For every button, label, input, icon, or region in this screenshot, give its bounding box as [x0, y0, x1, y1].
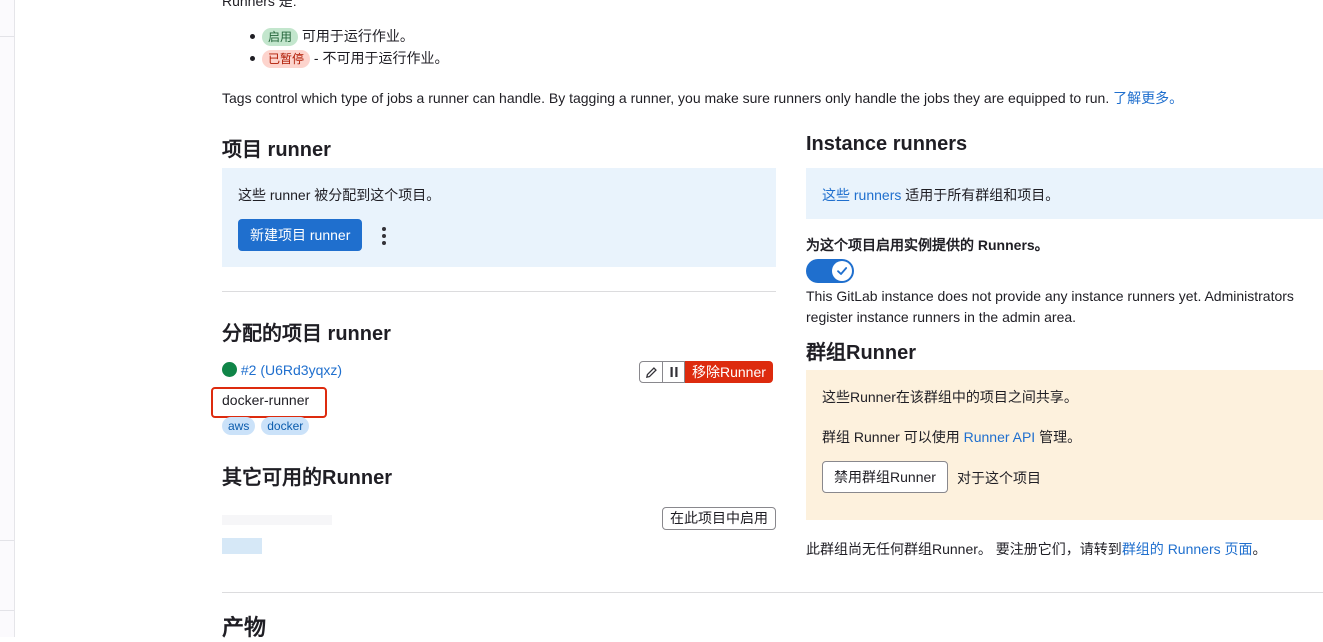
runner-link-row[interactable]: #2 (U6Rd3yqxz) [222, 362, 342, 378]
status-item-active: 启用 可用于运行作业。 [242, 25, 742, 47]
instance-note-line-2: register instance runners in the admin a… [806, 309, 1077, 325]
remove-runner-button[interactable]: 移除Runner [685, 361, 773, 383]
instance-runners-note: This GitLab instance does not provide an… [806, 286, 1294, 328]
active-badge: 启用 [262, 28, 299, 46]
instance-runners-description: 这些 runners 适用于所有群组和项目。 [822, 185, 1059, 205]
learn-more-link[interactable]: 了解更多。 [1113, 90, 1183, 106]
instance-runners-toggle[interactable] [806, 259, 854, 283]
runner-api-link[interactable]: Runner API [964, 429, 1036, 445]
api-note-prefix: 群组 Runner 可以使用 [822, 429, 960, 445]
group-runners-title: 群组Runner [806, 342, 916, 364]
api-note-suffix: 管理。 [1039, 429, 1082, 445]
vertical-ellipsis-icon[interactable] [376, 225, 392, 247]
project-runners-panel: 这些 runner 被分配到这个项目。 新建项目 runner [222, 168, 776, 267]
runner-name: docker-runner [222, 392, 310, 408]
group-runners-page-link[interactable]: 群组的 Runners 页面 [1122, 541, 1253, 557]
runner-actions: 移除Runner [639, 361, 773, 383]
project-runners-title: 项目 runner [222, 139, 331, 161]
section-divider [222, 291, 776, 292]
group-runners-panel: 这些Runner在该群组中的项目之间共享。 群组 Runner 可以使用 Run… [806, 370, 1323, 520]
intro-heading: Runners 是: [222, 0, 297, 9]
instance-runners-title: Instance runners [806, 133, 968, 155]
artifacts-divider [222, 592, 1323, 593]
artifacts-title: 产物 [222, 615, 267, 640]
paused-badge: 已暂停 [262, 50, 311, 68]
group-runners-empty-note: 此群组尚无任何群组Runner。 要注册它们，请转到群组的 Runners 页面… [806, 539, 1267, 559]
instance-note-line-1: This GitLab instance does not provide an… [806, 288, 1294, 304]
other-runner-item-redacted [222, 509, 342, 557]
group-runners-description: 这些Runner在该群组中的项目之间共享。 [822, 389, 1078, 405]
paused-description: - 不可用于运行作业。 [313, 50, 449, 66]
disable-group-runners-button[interactable]: 禁用群组Runner [822, 461, 948, 493]
empty-note-prefix: 此群组尚无任何群组Runner。 要注册它们，请转到 [806, 541, 1122, 557]
check-icon [832, 261, 852, 281]
empty-note-suffix: 。 [1252, 541, 1267, 557]
runner-online-status-icon [222, 362, 237, 377]
pencil-icon[interactable] [639, 361, 663, 383]
instance-toggle-label: 为这个项目启用实例提供的 Runners。 [806, 237, 1049, 253]
runner-tag: aws [222, 417, 256, 435]
assigned-runners-title: 分配的项目 runner [222, 323, 391, 345]
instance-panel-text: 适用于所有群组和项目。 [905, 187, 1060, 203]
runner-id-link[interactable]: #2 (U6Rd3yqxz) [241, 362, 342, 378]
tags-description: Tags control which type of jobs a runner… [222, 88, 1322, 108]
other-runners-title: 其它可用的Runner [222, 467, 392, 489]
these-runners-link[interactable]: 这些 runners [822, 187, 901, 203]
sidebar-edge [0, 0, 15, 637]
runner-tags: aws docker [222, 417, 311, 435]
enable-in-project-button[interactable]: 在此项目中启用 [662, 507, 776, 530]
group-runners-api-note: 群组 Runner 可以使用 Runner API 管理。 [822, 427, 1081, 447]
runner-tag: docker [261, 417, 310, 435]
status-list: 启用 可用于运行作业。 已暂停 - 不可用于运行作业。 [242, 25, 742, 69]
project-runners-description: 这些 runner 被分配到这个项目。 [238, 187, 441, 203]
instance-runners-panel: 这些 runners 适用于所有群组和项目。 [806, 168, 1323, 219]
pause-icon[interactable] [663, 361, 685, 383]
tags-text: Tags control which type of jobs a runner… [222, 90, 1110, 106]
new-project-runner-button[interactable]: 新建项目 runner [238, 219, 363, 251]
status-item-paused: 已暂停 - 不可用于运行作业。 [242, 47, 742, 69]
disable-group-runners-suffix: 对于这个项目 [957, 470, 1041, 486]
active-description: 可用于运行作业。 [301, 28, 414, 44]
